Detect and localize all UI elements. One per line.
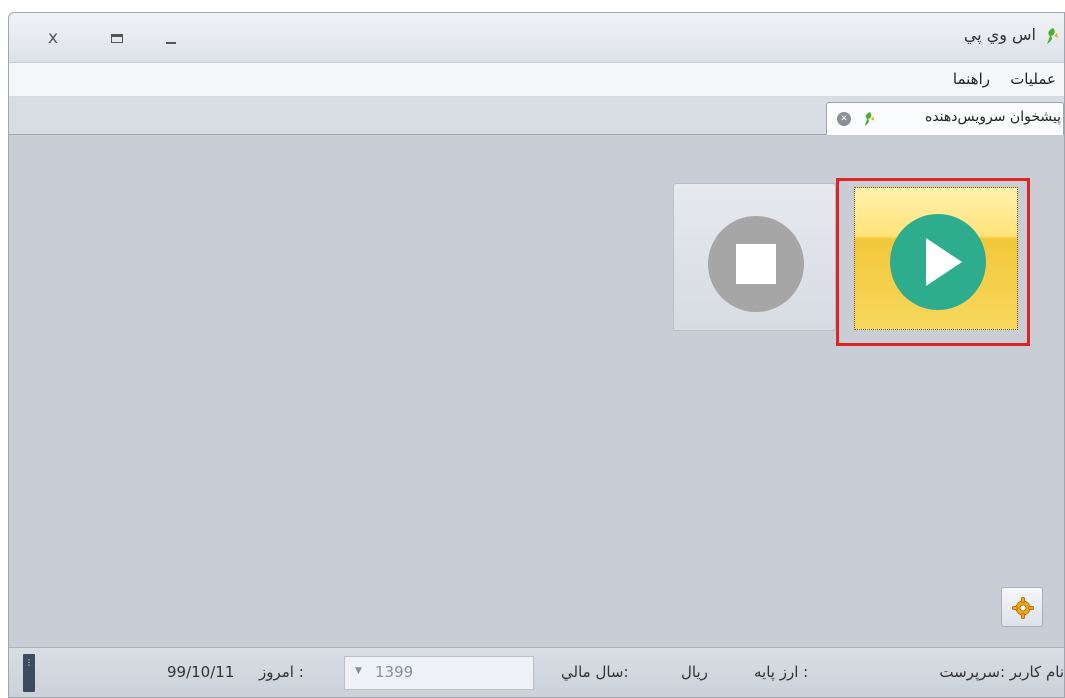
tab-strip: پيشخوان سرويس‌دهنده ✕ [9, 97, 1064, 135]
fiscal-year-dropdown[interactable]: ▼ 1399 [344, 656, 534, 690]
tab-label: پيشخوان سرويس‌دهنده [925, 109, 1061, 125]
menu-item-help[interactable]: راهنما [949, 70, 994, 88]
window-title: اس وي پي [963, 25, 1036, 44]
stop-square [736, 244, 776, 284]
tab-close-icon[interactable]: ✕ [837, 112, 851, 126]
fiscal-year-label: سال مالي: [561, 663, 629, 681]
close-button[interactable]: x [41, 27, 65, 49]
tab-service-provider-dashboard[interactable]: پيشخوان سرويس‌دهنده ✕ [826, 102, 1064, 135]
fiscal-year-value: 1399 [375, 663, 414, 681]
base-currency-label: ارز پايه : [754, 663, 809, 681]
minimize-button[interactable] [159, 27, 183, 49]
chevron-down-icon: ▼ [355, 666, 362, 676]
menu-item-operations[interactable]: عمليات [1006, 70, 1060, 88]
stop-icon [708, 216, 804, 312]
status-bar: ⋮ 99/10/11 امروز : ▼ 1399 سال مالي: ريال… [9, 647, 1064, 697]
settings-gear-icon [1012, 597, 1034, 619]
username-label: نام کاربر :سرپرست [939, 663, 1064, 681]
svp-logo-icon [864, 112, 875, 126]
today-date-label: امروز : [259, 663, 304, 681]
menu-bar: عمليات راهنما [9, 63, 1064, 97]
settings-button[interactable] [1001, 587, 1043, 627]
main-content [9, 135, 1064, 647]
base-currency-value: ريال [681, 663, 708, 681]
today-date-value: 99/10/11 [167, 663, 235, 681]
svp-logo-icon [1047, 28, 1058, 44]
highlight-annotation [836, 178, 1030, 346]
app-window: x اس وي پي عمليات راهنما پيشخوان سرويس‌د… [8, 12, 1065, 698]
maximize-button[interactable] [105, 27, 129, 49]
minimize-icon [166, 41, 176, 44]
stop-service-button[interactable] [673, 183, 836, 331]
title-bar: x اس وي پي [9, 13, 1064, 63]
maximize-icon [111, 34, 123, 43]
status-grip-icon[interactable]: ⋮ [23, 654, 35, 692]
